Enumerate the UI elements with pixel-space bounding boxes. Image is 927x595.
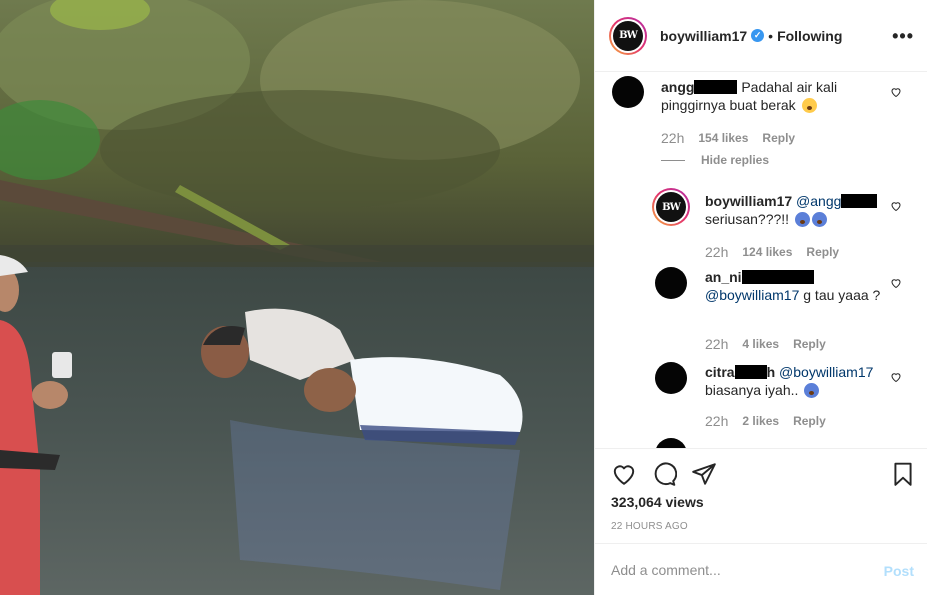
view-count[interactable]: 323,064 views [611,494,704,510]
comment-likes[interactable]: 154 likes [698,131,748,145]
commenter-avatar[interactable] [612,76,644,108]
screaming-face-icon [804,383,820,398]
post-timestamp[interactable]: 22 HOURS AGO [611,521,688,532]
comment-text: seriusan???!! [705,211,790,227]
reply-button[interactable]: Reply [793,337,826,351]
comment-username[interactable]: an_ni [705,269,742,285]
comment-meta: 22h 154 likes Reply [661,130,795,146]
following-button[interactable]: Following [777,28,842,44]
like-comment-heart-icon[interactable] [890,86,902,98]
post-comment-button[interactable]: Post [884,563,914,579]
post-video[interactable] [0,0,594,595]
redaction-bar [694,80,738,94]
commenter-avatar[interactable]: BW [652,188,690,226]
comment-text: biasanya iyah.. [705,382,799,398]
comment-body: boywilliam17 @angg seriusan???!! [705,192,885,228]
avatar-monogram: BW [656,192,686,222]
comment-mention[interactable]: @boywilliam17 [705,287,799,303]
redaction-bar [741,270,814,284]
comment-username-suffix: h [766,364,776,380]
separator-dot: • [768,27,774,44]
author-avatar[interactable]: BW [609,16,647,55]
comments-list[interactable]: angg Padahal air kali pinggirnya buat be… [595,72,927,448]
comment-icon[interactable] [651,461,677,487]
comment-time: 22h [661,130,685,146]
comment-body: citra h @boywilliam17 biasanya iyah.. [705,363,885,399]
comment-likes[interactable]: 124 likes [742,245,792,259]
like-comment-heart-icon[interactable] [890,371,902,383]
comment-username[interactable]: citra [705,364,735,380]
hide-replies-button[interactable]: Hide replies [661,153,769,167]
redaction-bar [734,365,767,379]
comment-meta: 22h 124 likes Reply [705,244,839,260]
add-comment-bar: Post [595,543,927,595]
post-sidebar: BW boywilliam17 ✓ • Following ••• angg P… [594,0,927,595]
comment-meta: 22h 4 likes Reply [705,336,826,352]
author-username[interactable]: boywilliam17 [660,28,747,44]
commenter-avatar[interactable] [655,362,687,394]
avatar-monogram: BW [613,20,643,51]
comment-mention[interactable]: @angg [796,193,841,209]
comment-body: an_ni @boywilliam17 g tau yaaa ? [705,268,885,304]
commenter-avatar[interactable] [655,438,687,448]
comment-input[interactable] [611,561,861,578]
screaming-face-icon [794,212,810,227]
divider-line [661,159,685,161]
crying-face-icon [801,98,817,113]
comment-username[interactable]: angg [661,79,694,95]
comment-time: 22h [705,244,729,260]
paper-plane-icon[interactable] [691,461,717,487]
reply-button[interactable]: Reply [762,131,795,145]
post-header: BW boywilliam17 ✓ • Following ••• [595,0,927,72]
verified-badge-icon: ✓ [751,29,765,42]
commenter-avatar[interactable] [655,267,687,299]
screaming-face-icon [811,212,827,227]
video-frame [0,0,594,595]
bookmark-icon[interactable] [890,461,916,487]
reply-button[interactable]: Reply [793,414,826,428]
hide-replies-label: Hide replies [701,153,770,167]
redaction-bar [841,194,878,208]
like-comment-heart-icon[interactable] [890,277,902,289]
heart-icon[interactable] [611,461,637,487]
comment-mention[interactable]: @boywilliam17 [779,364,873,380]
comment-likes[interactable]: 2 likes [742,414,779,428]
comment-body: angg Padahal air kali pinggirnya buat be… [661,78,876,114]
comment-text: g tau yaaa ? [803,287,881,303]
comment-time: 22h [705,336,729,352]
comment-meta: 22h 2 likes Reply [705,413,826,429]
comment-time: 22h [705,413,729,429]
post-actions: 323,064 views 22 HOURS AGO [595,448,927,543]
like-comment-heart-icon[interactable] [890,200,902,212]
more-options-icon[interactable]: ••• [892,26,914,47]
reply-button[interactable]: Reply [806,245,839,259]
comment-username[interactable]: boywilliam17 [705,193,792,209]
comment-likes[interactable]: 4 likes [742,337,779,351]
